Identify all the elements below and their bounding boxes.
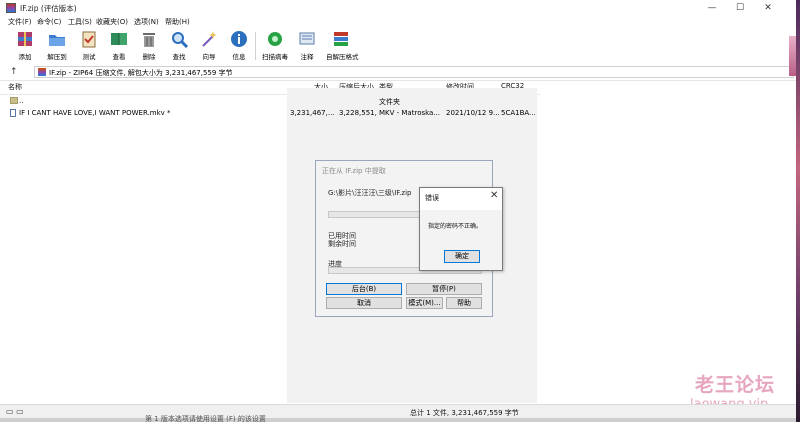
- extract-path: G:\影片\汪汪汪\三级\IF.zip: [328, 189, 412, 197]
- extract-folder-icon: [48, 30, 66, 48]
- view-button[interactable]: 查看: [104, 30, 134, 64]
- trash-icon: [140, 30, 158, 48]
- find-button[interactable]: 查找: [164, 30, 194, 64]
- column-name[interactable]: 名称: [8, 82, 22, 94]
- close-button[interactable]: ✕: [754, 0, 782, 16]
- remaining-label: 剩余时间: [328, 240, 356, 248]
- desktop-background-highlight: [789, 36, 796, 76]
- menu-help[interactable]: 帮助(H): [165, 17, 190, 27]
- path-text: IF.zip - ZIP64 压缩文件, 解包大小为 3,231,467,559…: [49, 69, 233, 77]
- folder-icon: [10, 97, 18, 104]
- zip-archive-icon: [38, 68, 46, 76]
- extract-to-button[interactable]: 解压到: [42, 30, 72, 64]
- virus-scan-icon: [266, 30, 284, 48]
- menu-tools[interactable]: 工具(S): [68, 17, 92, 27]
- menu-options[interactable]: 选项(N): [134, 17, 159, 27]
- toolbar-separator: [255, 32, 256, 60]
- help-button[interactable]: 帮助: [446, 297, 482, 309]
- up-arrow-icon[interactable]: ↑: [10, 67, 18, 77]
- pause-button[interactable]: 暂停(P): [406, 283, 482, 295]
- wizard-button[interactable]: 向导: [194, 30, 224, 64]
- status-bar: ▭ ▭ 总计 1 文件, 3,231,467,559 字节: [0, 404, 796, 419]
- comment-icon: [298, 30, 316, 48]
- list-item[interactable]: .. 文件夹: [0, 96, 540, 107]
- window-title: IF.zip (评估版本): [20, 4, 77, 13]
- error-dialog: 错误 ✕ 指定的密码不正确。 确定: [419, 187, 503, 271]
- video-file-icon: [10, 109, 16, 117]
- title-bar: IF.zip (评估版本) — ☐ ✕: [0, 0, 800, 16]
- sfx-button[interactable]: 自解压格式: [326, 30, 359, 64]
- status-summary: 总计 1 文件, 3,231,467,559 字节: [410, 409, 519, 417]
- info-button[interactable]: 信息: [224, 30, 254, 64]
- delete-button[interactable]: 删除: [134, 30, 164, 64]
- sfx-archive-icon: [332, 30, 350, 48]
- mode-button[interactable]: 模式(M)...: [406, 297, 443, 309]
- path-bar: ↑ IF.zip - ZIP64 压缩文件, 解包大小为 3,231,467,5…: [0, 65, 796, 81]
- scan-virus-button[interactable]: 扫描病毒: [260, 30, 290, 64]
- cancel-button[interactable]: 取消: [326, 297, 402, 309]
- test-button[interactable]: 测试: [74, 30, 104, 64]
- error-dialog-title: 错误: [425, 194, 439, 202]
- toolbar: 添加 解压到 测试 查看 删除 查找 向导 信息 扫描病毒 注释 自解压格式: [0, 28, 796, 66]
- file-progress-bar: [328, 211, 432, 218]
- desktop-bottom-edge: [0, 418, 796, 422]
- menu-bar: 文件(F) 命令(C) 工具(S) 收藏夹(O) 选项(N) 帮助(H): [0, 16, 800, 28]
- error-dialog-body: 指定的密码不正确。 确定: [420, 210, 502, 270]
- menu-file[interactable]: 文件(F): [8, 17, 32, 27]
- test-clipboard-icon: [80, 30, 98, 48]
- winrar-app-icon: [6, 3, 16, 13]
- magnifier-icon: [170, 30, 188, 48]
- maximize-button[interactable]: ☐: [726, 0, 754, 16]
- add-archive-icon: [16, 30, 34, 48]
- status-icons[interactable]: ▭ ▭: [6, 407, 24, 416]
- background-window-text: 第 1 版本选项请使用设置 (F) 的该设置: [145, 415, 266, 423]
- extract-dialog-title: 正在从 IF.zip 中提取: [322, 167, 386, 175]
- add-button[interactable]: 添加: [10, 30, 40, 64]
- desktop-background-strip: [796, 0, 800, 422]
- view-book-icon: [110, 30, 128, 48]
- close-icon[interactable]: ✕: [490, 190, 498, 201]
- list-item[interactable]: IF I CANT HAVE LOVE,I WANT POWER.mkv * 3…: [0, 108, 540, 119]
- background-button[interactable]: 后台(B): [326, 283, 402, 295]
- comment-button[interactable]: 注释: [292, 30, 322, 64]
- menu-favorites[interactable]: 收藏夹(O): [96, 17, 128, 27]
- menu-commands[interactable]: 命令(C): [37, 17, 61, 27]
- watermark-title: 老王论坛: [695, 374, 776, 396]
- minimize-button[interactable]: —: [698, 0, 726, 16]
- ok-button[interactable]: 确定: [444, 250, 480, 263]
- info-icon: [230, 30, 248, 48]
- wizard-wand-icon: [200, 30, 218, 48]
- error-message: 指定的密码不正确。: [428, 223, 483, 230]
